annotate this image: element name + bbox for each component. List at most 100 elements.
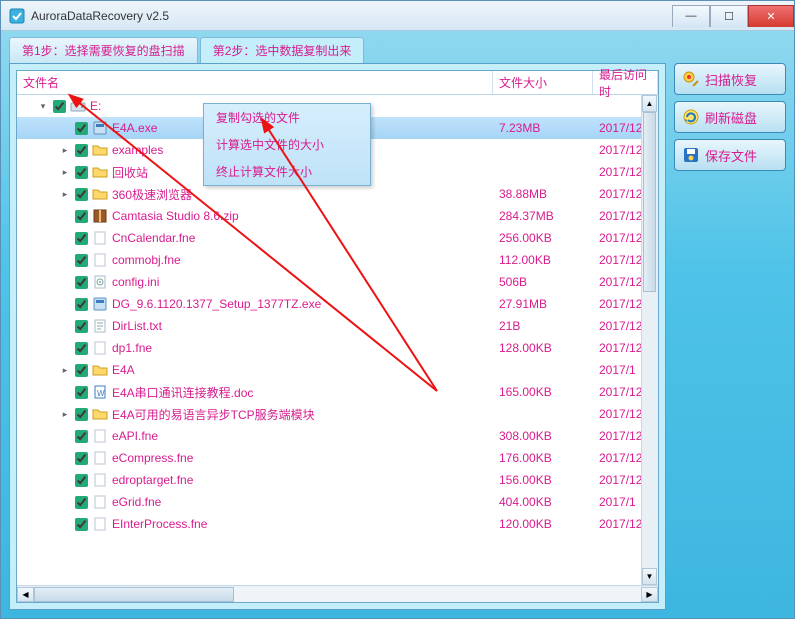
menu-stop-calc[interactable]: 终止计算文件大小 <box>204 158 370 185</box>
file-name: CnCalendar.fne <box>112 231 493 245</box>
scroll-up-button[interactable]: ▲ <box>642 95 657 112</box>
row-checkbox[interactable] <box>75 386 88 399</box>
maximize-button[interactable]: ☐ <box>710 5 748 27</box>
hscroll-track[interactable] <box>34 587 641 602</box>
file-row[interactable]: eGrid.fne404.00KB2017/1 <box>17 491 658 513</box>
save-file-button[interactable]: 保存文件 <box>674 139 786 171</box>
file-icon <box>92 450 108 466</box>
row-checkbox[interactable] <box>75 298 88 311</box>
scroll-left-button[interactable]: ◀ <box>17 587 34 602</box>
drive-icon <box>70 98 86 114</box>
row-checkbox[interactable] <box>75 276 88 289</box>
file-row[interactable]: ▸360极速浏览器38.88MB2017/12 <box>17 183 658 205</box>
expand-toggle[interactable]: ▸ <box>59 365 71 376</box>
tab-step2[interactable]: 第2步：选中数据复制出来 <box>200 37 365 63</box>
file-size: 284.37MB <box>493 209 593 223</box>
row-checkbox[interactable] <box>75 166 88 179</box>
minimize-button[interactable]: — <box>672 5 710 27</box>
expand-toggle[interactable]: ▸ <box>59 189 71 200</box>
file-name: dp1.fne <box>112 341 493 355</box>
row-checkbox[interactable] <box>53 100 66 113</box>
vscroll-thumb[interactable] <box>643 112 656 292</box>
expand-toggle[interactable]: ▾ <box>37 101 49 112</box>
scroll-right-button[interactable]: ▶ <box>641 587 658 602</box>
panel-wrap: 文件名 文件大小 最后访问时 ▾E:E4A.exe7.23MB2017/12▸e… <box>9 63 666 610</box>
folder-icon <box>92 186 108 202</box>
refresh-label: 刷新磁盘 <box>705 108 757 127</box>
file-row[interactable]: EInterProcess.fne120.00KB2017/12 <box>17 513 658 535</box>
row-checkbox[interactable] <box>75 452 88 465</box>
row-checkbox[interactable] <box>75 408 88 421</box>
client-area: 第1步：选择需要恢复的盘扫描 第2步：选中数据复制出来 文件名 文件大小 最后访… <box>1 31 794 618</box>
tab-step1[interactable]: 第1步：选择需要恢复的盘扫描 <box>9 37 198 63</box>
row-checkbox[interactable] <box>75 122 88 135</box>
file-row[interactable]: Camtasia Studio 8.6.zip284.37MB2017/12 <box>17 205 658 227</box>
file-row[interactable]: DG_9.6.1120.1377_Setup_1377TZ.exe27.91MB… <box>17 293 658 315</box>
col-date[interactable]: 最后访问时 <box>593 71 658 94</box>
file-name: eAPI.fne <box>112 429 493 443</box>
row-checkbox[interactable] <box>75 364 88 377</box>
app-title: AuroraDataRecovery v2.5 <box>31 9 672 23</box>
file-size: 176.00KB <box>493 451 593 465</box>
file-row[interactable]: commobj.fne112.00KB2017/12 <box>17 249 658 271</box>
file-icon <box>92 472 108 488</box>
menu-calc-size[interactable]: 计算选中文件的大小 <box>204 131 370 158</box>
vscroll-track[interactable] <box>642 112 658 568</box>
file-row[interactable]: eAPI.fne308.00KB2017/12 <box>17 425 658 447</box>
scan-recover-button[interactable]: 扫描恢复 <box>674 63 786 95</box>
file-row[interactable]: config.ini506B2017/12 <box>17 271 658 293</box>
file-name: eGrid.fne <box>112 495 493 509</box>
file-size: 120.00KB <box>493 517 593 531</box>
row-checkbox[interactable] <box>75 474 88 487</box>
vertical-scrollbar[interactable]: ▲ ▼ <box>641 95 658 585</box>
row-checkbox[interactable] <box>75 188 88 201</box>
file-size: 27.91MB <box>493 297 593 311</box>
hscroll-thumb[interactable] <box>34 587 234 602</box>
file-icon <box>92 340 108 356</box>
expand-toggle[interactable]: ▸ <box>59 145 71 156</box>
menu-copy-checked[interactable]: 复制勾选的文件 <box>204 104 370 131</box>
file-row[interactable]: edroptarget.fne156.00KB2017/12 <box>17 469 658 491</box>
titlebar[interactable]: AuroraDataRecovery v2.5 — ☐ ✕ <box>1 1 794 31</box>
row-checkbox[interactable] <box>75 144 88 157</box>
file-name: EInterProcess.fne <box>112 517 493 531</box>
file-size: 506B <box>493 275 593 289</box>
file-row[interactable]: CnCalendar.fne256.00KB2017/12 <box>17 227 658 249</box>
file-row[interactable]: ▸E4A可用的易语言异步TCP服务端模块2017/12 <box>17 403 658 425</box>
col-size[interactable]: 文件大小 <box>493 71 593 94</box>
row-checkbox[interactable] <box>75 518 88 531</box>
close-button[interactable]: ✕ <box>748 5 794 27</box>
save-icon <box>681 145 701 165</box>
row-checkbox[interactable] <box>75 430 88 443</box>
row-checkbox[interactable] <box>75 320 88 333</box>
col-name[interactable]: 文件名 <box>17 71 493 94</box>
file-row[interactable]: ▸E4A2017/1 <box>17 359 658 381</box>
row-checkbox[interactable] <box>75 254 88 267</box>
app-window: AuroraDataRecovery v2.5 — ☐ ✕ 第1步：选择需要恢复… <box>0 0 795 619</box>
scroll-down-button[interactable]: ▼ <box>642 568 657 585</box>
file-row[interactable]: DirList.txt21B2017/12 <box>17 315 658 337</box>
file-size: 112.00KB <box>493 253 593 267</box>
row-checkbox[interactable] <box>75 210 88 223</box>
right-pane: 扫描恢复 刷新磁盘 保存文件 <box>674 37 786 610</box>
file-row[interactable]: WE4A串口通讯连接教程.doc165.00KB2017/12 <box>17 381 658 403</box>
file-name: E4A可用的易语言异步TCP服务端模块 <box>112 406 493 423</box>
file-row[interactable]: eCompress.fne176.00KB2017/12 <box>17 447 658 469</box>
tabs: 第1步：选择需要恢复的盘扫描 第2步：选中数据复制出来 <box>9 37 666 63</box>
file-name: DG_9.6.1120.1377_Setup_1377TZ.exe <box>112 297 493 311</box>
folder-icon <box>92 362 108 378</box>
refresh-disk-button[interactable]: 刷新磁盘 <box>674 101 786 133</box>
folder-icon <box>92 406 108 422</box>
scan-label: 扫描恢复 <box>705 70 757 89</box>
file-size: 38.88MB <box>493 187 593 201</box>
row-checkbox[interactable] <box>75 496 88 509</box>
file-icon <box>92 494 108 510</box>
row-checkbox[interactable] <box>75 232 88 245</box>
horizontal-scrollbar[interactable]: ◀ ▶ <box>17 585 658 602</box>
row-checkbox[interactable] <box>75 342 88 355</box>
file-row[interactable]: dp1.fne128.00KB2017/12 <box>17 337 658 359</box>
file-icon <box>92 252 108 268</box>
file-size: 21B <box>493 319 593 333</box>
expand-toggle[interactable]: ▸ <box>59 409 71 420</box>
expand-toggle[interactable]: ▸ <box>59 167 71 178</box>
